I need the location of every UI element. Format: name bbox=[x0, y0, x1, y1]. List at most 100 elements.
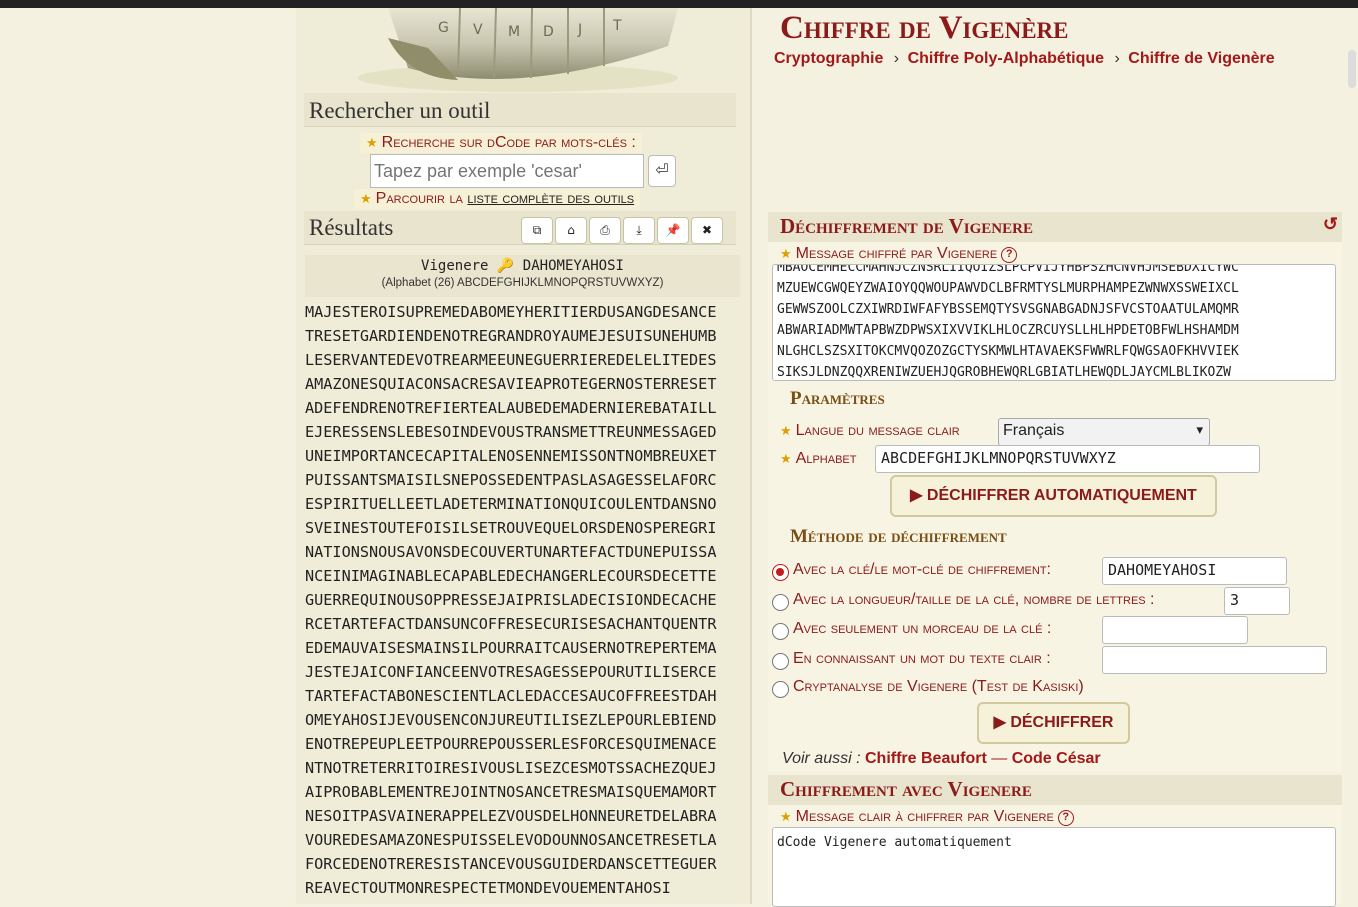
result-line: TARTEFACTABONESCIENTLACLEDACCESAUCOFFREE… bbox=[305, 687, 717, 705]
help-icon[interactable]: ? bbox=[1001, 247, 1018, 263]
method-key-radio[interactable] bbox=[772, 564, 789, 581]
result-summary: Vigenere 🔑 DAHOMEYAHOSI (Alphabet (26) A… bbox=[305, 255, 740, 297]
result-line: PUISSANTSMAISILSNEPOSSEDENTPASLASAGESSEL… bbox=[305, 471, 717, 489]
search-input[interactable] bbox=[370, 154, 644, 188]
breadcrumb-separator: › bbox=[893, 50, 900, 67]
search-submit-button[interactable]: ⏎ bbox=[648, 155, 676, 187]
copy-button[interactable]: ⧉ bbox=[521, 217, 553, 244]
method-kasiski-radio[interactable] bbox=[772, 681, 789, 698]
auto-decrypt-button[interactable]: ▶ DÉCHIFFRER AUTOMATIQUEMENT bbox=[890, 475, 1217, 517]
results-title: Résultats bbox=[309, 215, 394, 240]
help-icon[interactable]: ? bbox=[1057, 810, 1074, 826]
see-also: Voir aussi : Chiffre Beaufort — Code Cés… bbox=[782, 750, 1101, 768]
breadcrumb: Cryptographie › Chiffre Poly-Alphabétiqu… bbox=[774, 50, 1275, 68]
encrypt-section-header: Chiffrement avec Vigenere bbox=[768, 775, 1342, 805]
breadcrumb-separator: › bbox=[1114, 50, 1120, 67]
download-icon: ⤓ bbox=[636, 223, 642, 237]
language-label-text: Langue du message clair bbox=[795, 422, 960, 439]
method-known-word-input[interactable] bbox=[1102, 646, 1327, 674]
language-value: Français bbox=[1003, 422, 1065, 439]
method-key-part-input[interactable] bbox=[1102, 616, 1248, 644]
keyword-search-text: Recherche sur dCode par mots-clés : bbox=[381, 134, 636, 151]
result-line: EDEMAUVAISESMAINSILPOURRAITCAUSERNOTREPE… bbox=[305, 639, 717, 657]
close-button[interactable]: ✖ bbox=[691, 217, 723, 244]
pin-button[interactable]: 📌 bbox=[657, 217, 689, 244]
result-line: RCETARTEFACTDANSUNCOFFRESECURISESACHANTQ… bbox=[305, 615, 717, 633]
plain-message-textarea[interactable]: dCode Vigenere automatiquement bbox=[772, 827, 1336, 907]
result-line: GUERREQUINOUSOPPRESSEJAIPRISLADECISIONDE… bbox=[305, 591, 717, 609]
method-known-word-label[interactable]: En connaissant un mot du texte clair : bbox=[793, 650, 1051, 668]
cipher-line: SIKSJLDNZQQXRENIWZUEHJQGROBHEWQRLGBIATLH… bbox=[777, 365, 1231, 380]
download-button[interactable]: ⤓ bbox=[623, 217, 655, 244]
result-line: JESTEJAICONFIANCEENVOTRESAGESSEPOURUTILI… bbox=[305, 663, 717, 681]
alphabet-input[interactable]: ABCDEFGHIJKLMNOPQRSTUVWXYZ bbox=[875, 445, 1260, 473]
method-key-length-input[interactable]: 3 bbox=[1224, 587, 1290, 615]
method-key-label[interactable]: Avec la clé/le mot-clé de chiffrement: bbox=[793, 561, 1051, 579]
browse-tools-label: ★ Parcourir la liste complète des outils bbox=[354, 189, 641, 209]
encrypt-section-title: Chiffrement avec Vigenere bbox=[780, 777, 1032, 801]
result-line: NATIONSNOUSAVONSDECOUVERTUNARTEFACTDUNEP… bbox=[305, 543, 717, 561]
cipher-wheel-logo[interactable]: GVM DJT bbox=[348, 8, 688, 92]
breadcrumb-poly-alphabetique[interactable]: Chiffre Poly-Alphabétique bbox=[908, 50, 1104, 67]
decrypted-text: MAJESTEROISUPREMEDABOMEYHERITIERDUSANGDE… bbox=[305, 300, 741, 900]
svg-text:D: D bbox=[543, 24, 554, 40]
result-line: VOUREDESAMAZONESPUISSELEVODOUNNOSANCETRE… bbox=[305, 831, 717, 849]
method-title: Méthode de déchiffrement bbox=[790, 526, 1007, 547]
page-title: Chiffre de Vigenère bbox=[780, 10, 1069, 46]
result-line: NESOITPASVAINERAPPELEZVOUSDELHONNEURETDE… bbox=[305, 807, 717, 825]
method-key-input[interactable]: DAHOMEYAHOSI bbox=[1102, 557, 1287, 585]
chevron-down-icon: ▾ bbox=[1196, 422, 1203, 437]
result-line: LESERVANTEDEVOTREARMEEUNEGUERRIEREDELELI… bbox=[305, 351, 717, 369]
screenshot-button[interactable]: ⌂ bbox=[555, 217, 587, 244]
cipher-message-textarea[interactable]: MBAOCEMHECCMAHNJCZNSRLIIQOIZSLPCPVIJYHBP… bbox=[772, 264, 1336, 381]
keyword-search-label: ★ Recherche sur dCode par mots-clés : bbox=[360, 133, 642, 153]
method-key-part-label[interactable]: Avec seulement un morceau de la clé : bbox=[793, 620, 1051, 638]
result-line: UNEIMPORTANCECAPITALENOSENNEMISSONTNOMBR… bbox=[305, 447, 717, 465]
enter-icon: ⏎ bbox=[655, 162, 669, 179]
breadcrumb-cryptographie[interactable]: Cryptographie bbox=[774, 50, 883, 67]
link-code-cesar[interactable]: Code César bbox=[1012, 750, 1101, 767]
result-line: REAVECTOUTMONRESPECTETMONDEVOUEMENTAHOSI bbox=[305, 879, 671, 897]
result-line: ADEFENDRENOTREFIERTEALAUBEDEMADERNIEREBA… bbox=[305, 399, 717, 417]
cipher-line: GEWWSZOOLCZXIWRDIWFAFYBSSEMQTYSVSGNABGAD… bbox=[777, 302, 1239, 317]
language-select[interactable]: Français ▾ bbox=[998, 418, 1210, 446]
left-sidebar: GVM DJT Rechercher un outil ★ Recherche s… bbox=[296, 8, 752, 904]
breadcrumb-vigenere[interactable]: Chiffre de Vigenère bbox=[1128, 50, 1274, 67]
see-also-label: Voir aussi : bbox=[782, 750, 861, 767]
method-key-part-radio[interactable] bbox=[772, 623, 789, 640]
method-key-length-radio[interactable] bbox=[772, 594, 789, 611]
link-beaufort[interactable]: Chiffre Beaufort bbox=[865, 750, 987, 767]
see-also-separator: — bbox=[991, 750, 1008, 767]
method-kasiski-label[interactable]: Cryptanalyse de Vigenere (Test de Kasisk… bbox=[793, 678, 1084, 696]
close-icon: ✖ bbox=[701, 223, 713, 237]
star-icon: ★ bbox=[780, 809, 792, 824]
result-line: ENOTREPEUPLEETPOURREPOUSSERLESFORCESQUIM… bbox=[305, 735, 717, 753]
svg-text:J: J bbox=[577, 22, 582, 38]
result-line: AIPROBABLEMENTREJOINTNOSANCETRESMAISQUEM… bbox=[305, 783, 717, 801]
scrollbar[interactable] bbox=[1348, 50, 1356, 88]
star-icon: ★ bbox=[366, 135, 378, 150]
method-key-length-label[interactable]: Avec la longueur/taille de la clé, nombr… bbox=[793, 591, 1155, 609]
print-icon: ⎙ bbox=[600, 223, 610, 237]
result-line: TRESETGARDIENDENOTREGRANDROYAUMEJESUISUN… bbox=[305, 327, 717, 345]
copy-icon: ⧉ bbox=[532, 223, 542, 237]
alphabet-label: ★ Alphabet bbox=[780, 450, 856, 468]
search-tool-title: Rechercher un outil bbox=[309, 98, 491, 123]
decrypt-section-header: Déchiffrement de Vigenere ↺ bbox=[768, 212, 1342, 242]
params-title: Paramètres bbox=[790, 388, 885, 409]
result-line: NTNOTRETERRITOIRESIVOUSLISEZCESMOTSSACHE… bbox=[305, 759, 717, 777]
star-icon: ★ bbox=[780, 423, 792, 438]
svg-text:V: V bbox=[473, 22, 483, 38]
cipher-line: MZUEWCGWQEYZWAIOYQQWOUPAWVDCLBFRMTYSLMUR… bbox=[777, 281, 1239, 296]
result-key-line: Vigenere 🔑 DAHOMEYAHOSI bbox=[305, 255, 740, 274]
browse-all-tools-link[interactable]: liste complète des outils bbox=[467, 190, 634, 207]
method-known-word-radio[interactable] bbox=[772, 653, 789, 670]
plain-message-label-text: Message clair à chiffrer par Vigenere bbox=[795, 808, 1054, 825]
decrypt-section-title: Déchiffrement de Vigenere bbox=[780, 214, 1033, 238]
star-icon: ★ bbox=[780, 451, 792, 466]
cipher-message-label: ★ Message chiffré par Vigenere? bbox=[780, 245, 1018, 263]
print-button[interactable]: ⎙ bbox=[589, 217, 621, 244]
decrypt-button[interactable]: ▶ DÉCHIFFRER bbox=[977, 702, 1130, 744]
reset-icon[interactable]: ↺ bbox=[1323, 214, 1338, 235]
result-key: DAHOMEYAHOSI bbox=[522, 258, 624, 274]
